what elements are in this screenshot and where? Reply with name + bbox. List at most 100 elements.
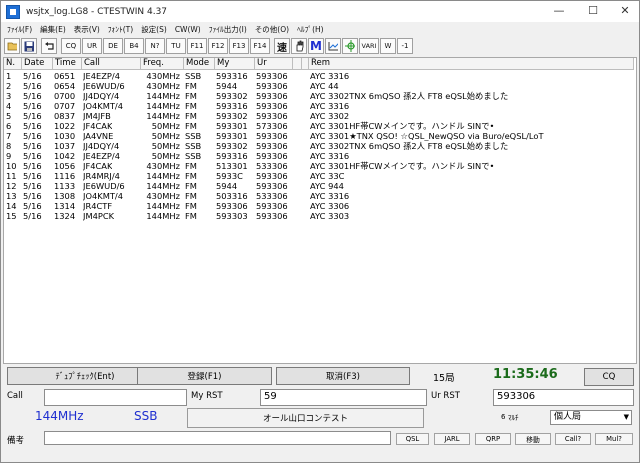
speed-button[interactable]: 速 (274, 38, 290, 54)
table-row[interactable]: 7 5/16 1030 JA4VNE 50MHz SSB 593301 593306 AYC 3… (4, 131, 636, 141)
cell-mode: FM (185, 171, 197, 181)
cell-my: 5944 (216, 181, 238, 191)
tu-macro-button[interactable]: TU (166, 38, 186, 54)
band-display[interactable]: 144MHz (35, 409, 84, 423)
maximize-button[interactable]: ☐ (578, 1, 608, 22)
table-row[interactable]: 14 5/16 1314 JR4CTF 144MHz FM 593306 593306 AYC … (4, 201, 636, 211)
table-row[interactable]: 5 5/16 0837 JM4JFB 144MHz FM 593302 593306 AYC 3… (4, 111, 636, 121)
table-row[interactable]: 9 5/16 1042 JE4EZP/4 50MHz SSB 593316 593306 AYC… (4, 151, 636, 161)
portable-button[interactable]: 移動 (515, 433, 551, 445)
line-chart-icon[interactable] (325, 38, 341, 54)
table-row[interactable]: 6 5/16 1022 JF4CAK 50MHz FM 593301 573306 AYC 33… (4, 121, 636, 131)
cell-rem: AYC 944 (310, 181, 344, 191)
menu-view[interactable]: 表示(V) (70, 24, 104, 35)
cell-freq: 144MHz (146, 111, 180, 121)
hdr-call[interactable]: Call (82, 58, 141, 70)
qsl-button[interactable]: QSL (396, 433, 429, 445)
table-row[interactable]: 15 5/16 1324 JM4PCK 144MHz FM 593303 593306 AYC … (4, 211, 636, 221)
contest-name-button[interactable]: オール山口コンテスト (187, 408, 424, 428)
cell-freq: 144MHz (146, 211, 180, 221)
b4-macro-button[interactable]: B4 (124, 38, 144, 54)
cell-freq: 144MHz (146, 101, 180, 111)
table-row[interactable]: 8 5/16 1037 JJ4DQY/4 50MHz SSB 593302 593306 AYC… (4, 141, 636, 151)
cell-rem: AYC 3302 (310, 111, 350, 121)
menu-font[interactable]: ﾌｫﾝﾄ(T) (104, 24, 137, 35)
memo-input[interactable] (44, 431, 391, 445)
jarl-button[interactable]: JARL (434, 433, 470, 445)
cell-call: JR4CTF (83, 201, 113, 211)
table-row[interactable]: 3 5/16 0700 JJ4DQY/4 144MHz FM 593302 593306 AYC… (4, 91, 636, 101)
table-row[interactable]: 11 5/16 1116 JR4MRJ/4 144MHz FM 5933C 593306 AYC… (4, 171, 636, 181)
f11-macro-button[interactable]: F11 (187, 38, 207, 54)
table-row[interactable]: 1 5/16 0651 JE4EZP/4 430MHz SSB 593316 593306 AY… (4, 71, 636, 81)
menu-file[interactable]: ﾌｧｲﾙ(F) (3, 24, 36, 35)
cell-freq: 50MHz (151, 141, 180, 151)
close-button[interactable]: ✕ (610, 1, 640, 22)
menu-other[interactable]: その他(O) (251, 24, 293, 35)
m-button[interactable]: M (308, 38, 324, 54)
mode-display[interactable]: SSB (134, 409, 157, 423)
hdr-ur[interactable]: Ur (255, 58, 293, 70)
table-row[interactable]: 10 5/16 1056 JF4CAK 430MHz FM 513301 533306 AYC … (4, 161, 636, 171)
menu-cw[interactable]: CW(W) (171, 25, 205, 34)
table-row[interactable]: 2 5/16 0654 JE6WUD/6 430MHz FM 5944 593306 AYC 4… (4, 81, 636, 91)
table-row[interactable]: 13 5/16 1308 JO4KMT/4 430MHz FM 503316 533306 AY… (4, 191, 636, 201)
cell-number: 5 (6, 111, 12, 121)
nr-macro-button[interactable]: N? (145, 38, 165, 54)
de-macro-button[interactable]: DE (103, 38, 123, 54)
ur-macro-button[interactable]: UR (82, 38, 102, 54)
hdr-my[interactable]: My (215, 58, 255, 70)
cq-button[interactable]: CQ (584, 368, 634, 386)
cancel-button[interactable]: 取消(F3) (276, 367, 410, 385)
hdr-blank-1[interactable] (293, 58, 302, 70)
vari-button[interactable]: VARI (359, 38, 379, 54)
cell-date: 5/16 (23, 91, 42, 101)
hdr-number[interactable]: N. (4, 58, 22, 70)
cell-number: 6 (6, 121, 12, 131)
cell-ur: 593306 (256, 201, 288, 211)
my-rst-input[interactable]: 59 (260, 389, 427, 406)
log-grid[interactable]: N. Date Time Call Freq. Mode My Ur Rem 1 5/16 0651 J… (3, 57, 637, 364)
minus1-button[interactable]: -1 (397, 38, 413, 54)
menu-settings[interactable]: 設定(S) (137, 24, 171, 35)
cell-ur: 593306 (256, 171, 288, 181)
call-label: Call (7, 391, 23, 401)
crosshair-icon[interactable] (342, 38, 358, 54)
cell-ur: 593306 (256, 151, 288, 161)
multi-query-button[interactable]: Mul? (595, 433, 633, 445)
w-button[interactable]: W (380, 38, 396, 54)
undo-icon[interactable] (41, 38, 57, 54)
hdr-date[interactable]: Date (22, 58, 53, 70)
table-row[interactable]: 12 5/16 1133 JE6WUD/6 144MHz FM 5944 593306 AYC … (4, 181, 636, 191)
cell-mode: FM (185, 201, 197, 211)
cell-freq: 430MHz (146, 81, 180, 91)
qrp-button[interactable]: QRP (475, 433, 511, 445)
menu-edit[interactable]: 編集(E) (36, 24, 70, 35)
call-query-button[interactable]: Call? (555, 433, 591, 445)
register-button[interactable]: 登録(F1) (137, 367, 272, 385)
hdr-freq[interactable]: Freq. (141, 58, 184, 70)
cell-freq: 144MHz (146, 181, 180, 191)
minimize-button[interactable]: — (544, 1, 574, 22)
open-folder-icon[interactable] (4, 38, 20, 54)
cq-macro-button[interactable]: CQ (61, 38, 81, 54)
hdr-rem[interactable]: Rem (309, 58, 634, 70)
cell-time: 1022 (54, 121, 76, 131)
station-count: 15局 (433, 373, 455, 384)
ur-rst-input[interactable]: 593306 (493, 389, 634, 406)
hdr-mode[interactable]: Mode (184, 58, 215, 70)
hand-icon[interactable] (291, 38, 307, 54)
call-input[interactable] (44, 389, 187, 406)
f12-macro-button[interactable]: F12 (208, 38, 228, 54)
cell-time: 0700 (54, 91, 76, 101)
f13-macro-button[interactable]: F13 (229, 38, 249, 54)
hdr-blank-2[interactable] (302, 58, 309, 70)
category-select[interactable]: 個人局 ▼ (550, 410, 632, 425)
menu-help[interactable]: ﾍﾙﾌﾟ(H) (293, 24, 328, 35)
ur-rst-label: Ur RST (431, 391, 460, 401)
f14-macro-button[interactable]: F14 (250, 38, 270, 54)
table-row[interactable]: 4 5/16 0707 JO4KMT/4 144MHz FM 593316 593306 AYC… (4, 101, 636, 111)
hdr-time[interactable]: Time (53, 58, 82, 70)
menu-file-output[interactable]: ﾌｧｲﾙ出力(I) (205, 24, 251, 35)
save-disk-icon[interactable] (21, 38, 37, 54)
